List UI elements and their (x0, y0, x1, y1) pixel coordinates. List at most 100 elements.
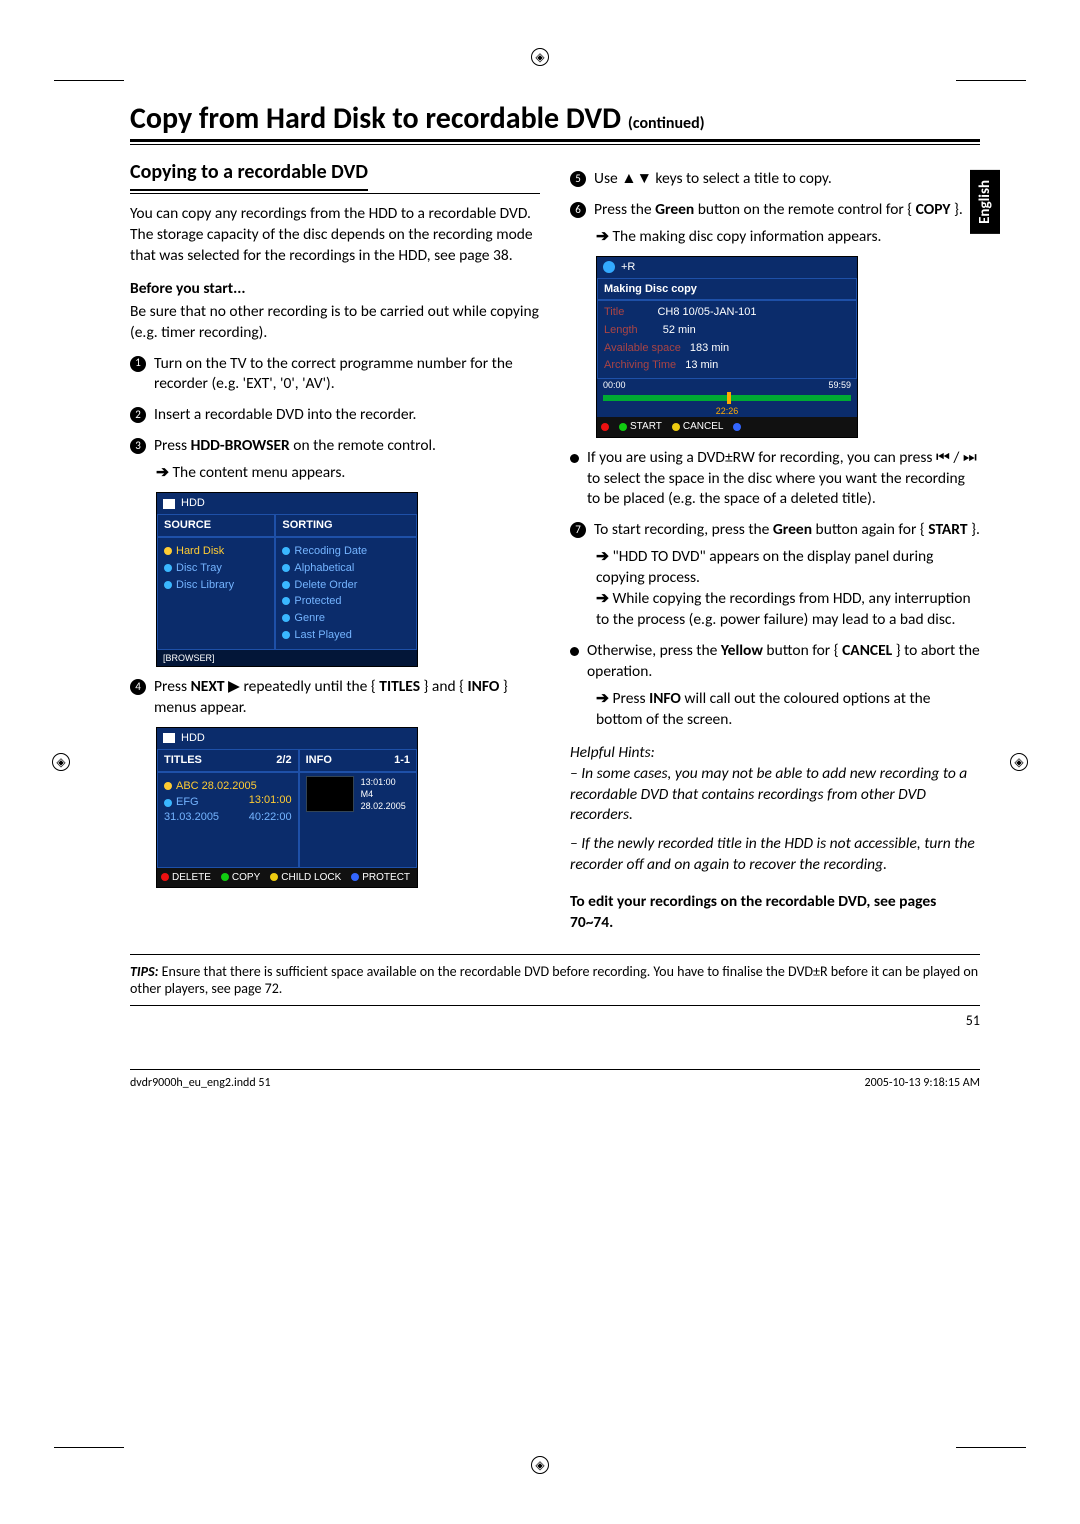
step-number-icon: 7 (570, 522, 586, 538)
button-name: HDD-BROWSER (191, 436, 290, 455)
page-number: 51 (130, 1012, 980, 1029)
menu-name: INFO (468, 677, 500, 696)
crop-mark (54, 1447, 124, 1448)
crop-mark (956, 1447, 1026, 1448)
hdd-icon (163, 733, 175, 743)
step-3: 3 Press HDD-BROWSER on the remote contro… (130, 436, 540, 457)
step-6: 6 Press the Green button on the remote c… (570, 200, 980, 221)
text: To start recording, press the (594, 520, 773, 539)
intro-text: You can copy any recordings from the HDD… (130, 204, 540, 267)
registration-mark (52, 753, 70, 771)
sorting-list: Recoding Date Alphabetical Delete Order … (275, 537, 417, 650)
field-value: 13 min (685, 359, 718, 371)
step-result: ➔ Press INFO will call out the coloured … (596, 689, 980, 731)
bullet-cancel: Otherwise, press the Yellow button for {… (570, 641, 980, 683)
step-number-icon: 5 (570, 171, 586, 187)
title-continued: (continued) (628, 114, 705, 133)
osd-footer: [BROWSER] (157, 650, 417, 666)
registration-mark (531, 1456, 549, 1474)
crop-mark (956, 80, 1026, 81)
fields: Title CH8 10/05-JAN-101 Length 52 min Av… (597, 300, 857, 378)
button-name: Green (773, 520, 812, 539)
label: INFO (306, 754, 332, 766)
menu-name: TITLES (379, 677, 420, 696)
list-item: Delete Order (294, 579, 357, 591)
footer-timestamp: 2005-10-13 9:18:15 AM (865, 1076, 980, 1090)
language-tab: English (970, 170, 1000, 234)
button-name: Yellow (721, 641, 763, 660)
thumbnail (306, 776, 354, 812)
osd-disc-copy-screenshot: +R Making Disc copy Title CH8 10/05-JAN-… (596, 256, 858, 438)
info-value: 13:01:00 (361, 776, 406, 788)
helpful-hints: Helpful Hints: – In some cases, you may … (570, 743, 980, 877)
osd-title: +R (621, 260, 635, 275)
section-heading: Copying to a recordable DVD (130, 159, 368, 191)
column-header: SOURCE (157, 514, 275, 537)
footer-filename: dvdr9000h_eu_eng2.indd 51 (130, 1076, 271, 1090)
step-number-icon: 6 (570, 202, 586, 218)
source-list: Hard Disk Disc Tray Disc Library (157, 537, 275, 650)
text: button again for { (812, 520, 928, 539)
list-item: Protected (294, 595, 341, 607)
play-icon: ▶ (225, 677, 244, 696)
osd-browser-screenshot: HDD SOURCE SORTING Hard Disk Disc Tray D… (156, 492, 418, 667)
text: on the remote control. (290, 436, 436, 455)
record-icon (601, 423, 609, 431)
divider (130, 144, 980, 145)
button-name: Green (655, 200, 694, 219)
edit-note: To edit your recordings on the recordabl… (570, 892, 980, 934)
menu-name: CANCEL (842, 641, 892, 660)
titles-header: TITLES 2/2 (157, 749, 299, 772)
step-2: 2 Insert a recordable DVD into the recor… (130, 405, 540, 426)
text: button on the remote control for { (694, 200, 915, 219)
step-1: 1 Turn on the TV to the correct programm… (130, 354, 540, 396)
step-text: Press NEXT ▶ repeatedly until the { TITL… (154, 677, 540, 719)
hints-heading: Helpful Hints: (570, 743, 980, 764)
text: Press (613, 689, 650, 708)
text: "HDD TO DVD" appears on the display pane… (596, 547, 933, 587)
info-header: INFO 1-1 (299, 749, 417, 772)
arrow-icon: ➔ (596, 547, 613, 566)
text: Otherwise, press the (587, 641, 721, 660)
text: Press (154, 436, 191, 455)
dialog-title: Making Disc copy (597, 278, 857, 301)
before-heading: Before you start... (130, 279, 540, 300)
field-value: CH8 10/05-JAN-101 (657, 306, 756, 318)
copy-option: COPY (221, 871, 260, 885)
protect-option: PROTECT (351, 871, 410, 885)
text: The making disc copy information appears… (613, 227, 882, 246)
column-header: SORTING (275, 514, 417, 537)
delete-option: DELETE (161, 871, 211, 885)
before-body: Be sure that no other recording is to be… (130, 302, 540, 344)
arrow-icon: ➔ (596, 689, 613, 708)
osd-button-bar: DELETE COPY CHILD LOCK PROTECT (157, 868, 417, 888)
text: repeatedly until the { (243, 677, 379, 696)
list-item: Recoding Date (294, 545, 367, 557)
text: While copying the recordings from HDD, a… (596, 589, 971, 629)
info-value: M4 (361, 788, 406, 800)
page-title: Copy from Hard Disk to recordable DVD (c… (130, 100, 980, 142)
text: button for { (763, 641, 842, 660)
print-footer: dvdr9000h_eu_eng2.indd 51 2005-10-13 9:1… (130, 1069, 980, 1090)
hint-text: – If the newly recorded title in the HDD… (570, 834, 980, 876)
tips-box: TIPS: Ensure that there is sufficient sp… (130, 954, 980, 1006)
osd-title: HDD (181, 496, 205, 511)
step-7: 7 To start recording, press the Green bu… (570, 520, 980, 541)
bullet-dvdrw: If you are using a DVD±RW for recording,… (570, 448, 980, 511)
step-text: Insert a recordable DVD into the recorde… (154, 405, 416, 426)
page-indicator: 1-1 (394, 753, 410, 768)
arrow-icon: ➔ (156, 463, 173, 482)
field-value: 52 min (663, 324, 696, 336)
progress-bar (603, 395, 851, 401)
tips-label: TIPS: (130, 963, 159, 980)
arrow-icon: ➔ (596, 227, 613, 246)
osd-titles-screenshot: HDD TITLES 2/2 INFO 1-1 ABC 28.02.2005 1… (156, 727, 418, 888)
step-text: Turn on the TV to the correct programme … (154, 354, 540, 396)
hdd-icon (163, 499, 175, 509)
list-item: Alphabetical (294, 562, 354, 574)
text: } and { (420, 677, 467, 696)
text: If you are using a DVD±RW for recording,… (587, 448, 980, 511)
registration-mark (531, 48, 549, 66)
menu-name: COPY (916, 200, 951, 219)
step-number-icon: 2 (130, 407, 146, 423)
